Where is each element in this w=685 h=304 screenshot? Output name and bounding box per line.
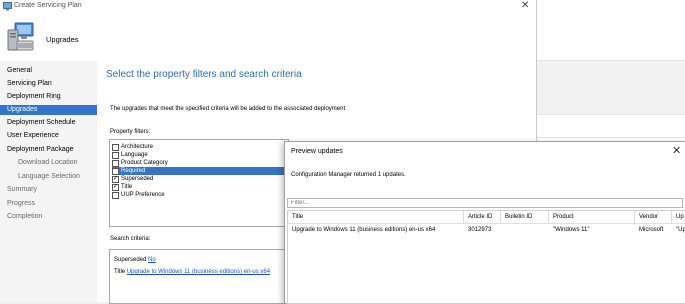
property-filters-list[interactable]: Architecture Language Product Category R… [109, 139, 289, 227]
filter-label: Title [121, 184, 133, 190]
computer-icon [6, 21, 36, 53]
nav-item-summary: Summary [7, 186, 37, 193]
close-icon[interactable]: ✕ [521, 0, 529, 11]
title-bar: Create Servicing Plan ✕ [0, 0, 536, 14]
nav-item-deployment-schedule[interactable]: Deployment Schedule [0, 118, 97, 128]
window-title: Create Servicing Plan [14, 2, 82, 9]
filter-label: Product Category [121, 160, 168, 166]
close-icon[interactable]: ✕ [672, 144, 681, 157]
checkbox[interactable] [112, 192, 119, 199]
header-divider [288, 223, 685, 224]
app-icon [3, 2, 12, 11]
filter-title[interactable]: ✓ Title [112, 183, 288, 191]
wizard-banner: Upgrades [0, 14, 536, 62]
nav-item-user-experience[interactable]: User Experience [0, 131, 97, 141]
column-header-vendor[interactable]: Vendor [635, 211, 672, 223]
nav-item-deployment-package[interactable]: Deployment Package [0, 145, 97, 155]
page-heading: Select the property filters and search c… [106, 69, 302, 80]
filter-label: Required [121, 168, 146, 174]
filter-input[interactable] [287, 198, 683, 208]
filter-uup-preference[interactable]: UUP Preference [112, 191, 288, 199]
filter-label: Language [121, 152, 148, 158]
checkbox[interactable] [112, 152, 119, 159]
nav-item-download-location[interactable]: Download Location [0, 158, 97, 168]
nav-item-deployment-ring[interactable]: Deployment Ring [0, 92, 97, 102]
column-header-bulletin-id[interactable]: Bulletin ID [501, 211, 549, 223]
updates-table: Title Article ID Bulletin ID Product Ven… [287, 210, 685, 304]
nav-item-language-selection[interactable]: Language Selection [0, 172, 97, 182]
filter-superseded[interactable]: ✓ Superseded [112, 175, 288, 183]
criteria-row-title: Title Upgrade to Windows 11 (business ed… [114, 269, 270, 275]
result-message: Configuration Manager returned 1 updates… [291, 172, 406, 178]
dialog-title: Preview updates [291, 148, 343, 155]
nav-item-general[interactable]: General [0, 66, 97, 76]
criteria-name: Superseded [114, 257, 147, 263]
criteria-name: Title [114, 269, 126, 275]
filter-language[interactable]: Language [112, 151, 288, 159]
criteria-row-superseded: Superseded No [114, 257, 156, 263]
search-criteria-box: Superseded No Title Upgrade to Windows 1… [109, 249, 289, 304]
criteria-value-link[interactable]: No [148, 257, 156, 263]
cell-product: "Windows 11" [553, 227, 590, 233]
checkbox[interactable] [112, 160, 119, 167]
column-header-article-id[interactable]: Article ID [464, 211, 501, 223]
column-header-upgrade[interactable]: Up [672, 211, 685, 223]
background-divider [537, 137, 685, 138]
cell-upgrade: "Up [676, 227, 685, 233]
nav-item-completion: Completion [7, 213, 43, 220]
nav-item-upgrades[interactable]: Upgrades [0, 105, 97, 115]
filter-required[interactable]: Required [112, 167, 288, 175]
page-description: The upgrades that meet the specified cri… [110, 106, 346, 112]
checkbox-checked[interactable]: ✓ [112, 176, 119, 183]
column-header-title[interactable]: Title [288, 211, 464, 223]
wizard-nav: General Servicing Plan Deployment Ring U… [0, 61, 98, 302]
cell-article-id: 3012973 [468, 227, 492, 233]
nav-item-progress: Progress [7, 200, 36, 207]
preview-updates-dialog: Preview updates ✕ Configuration Manager … [284, 141, 685, 304]
criteria-value-link[interactable]: Upgrade to Windows 11 (business editions… [127, 269, 270, 275]
search-criteria-label: Search criteria: [110, 236, 151, 242]
filter-label: Architecture [121, 144, 154, 150]
cell-bulletin-id [501, 225, 549, 235]
checkbox[interactable] [112, 144, 119, 151]
cell-vendor: Microsoft [639, 227, 664, 233]
checkbox-checked[interactable]: ✓ [112, 184, 119, 191]
column-header-product[interactable]: Product [549, 211, 635, 223]
filter-label: UUP Preference [121, 192, 165, 198]
filter-product-category[interactable]: Product Category [112, 159, 288, 167]
nav-item-servicing-plan[interactable]: Servicing Plan [0, 79, 97, 89]
cell-title: Upgrade to Windows 11 (business editions… [292, 227, 436, 233]
filter-label: Superseded [121, 176, 154, 182]
property-filters-label: Property filters: [110, 129, 151, 135]
background-ribbon [537, 60, 685, 115]
checkbox[interactable] [112, 168, 119, 175]
banner-label: Upgrades [46, 35, 79, 44]
filter-architecture[interactable]: Architecture [112, 143, 288, 151]
